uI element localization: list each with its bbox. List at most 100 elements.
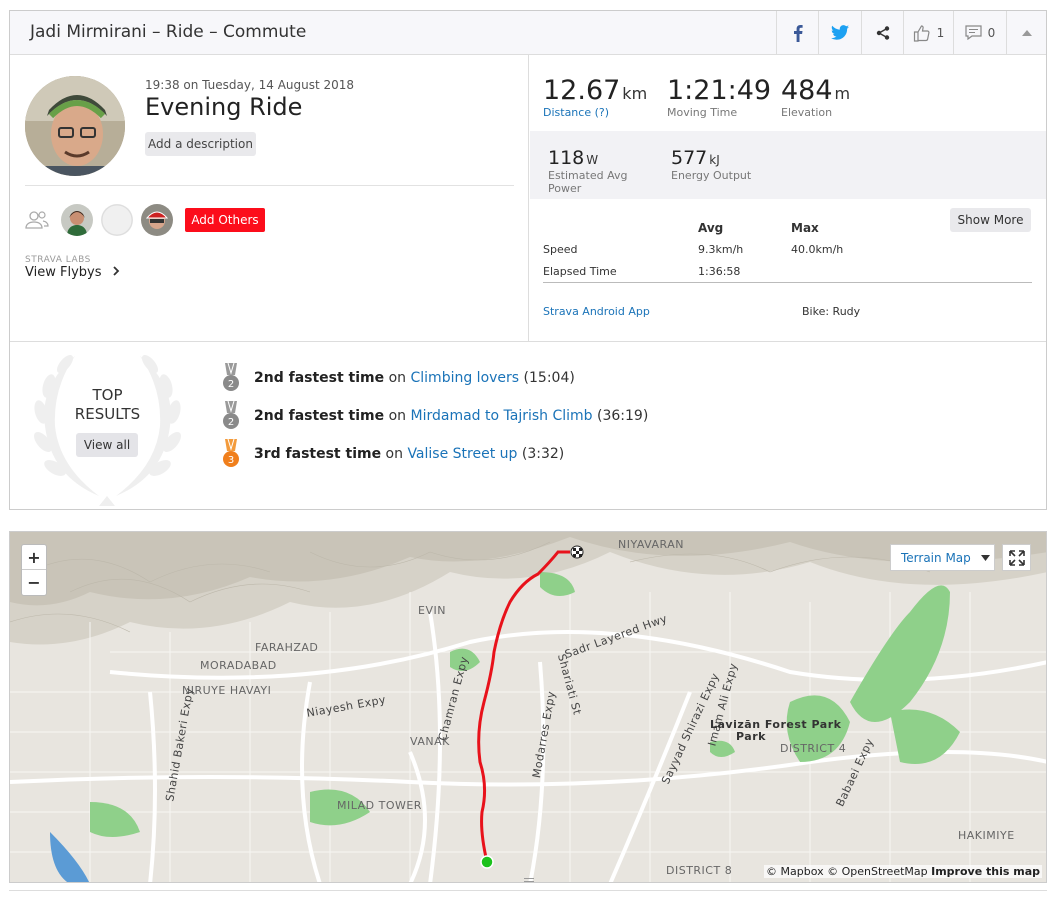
collapse-button[interactable] bbox=[1006, 11, 1046, 54]
map-label: NIYAVARAN bbox=[618, 538, 684, 551]
caret-up-icon bbox=[1021, 29, 1032, 36]
silver-medal-icon: 2 bbox=[223, 363, 239, 391]
athlete-photo bbox=[101, 204, 133, 236]
view-flybys-link[interactable]: View Flybys bbox=[25, 265, 120, 280]
result-on: on bbox=[388, 370, 407, 386]
map-label: MILAD TOWER bbox=[337, 799, 422, 812]
speed-avg: 9.3km/h bbox=[698, 243, 744, 256]
segment-link[interactable]: Climbing lovers bbox=[411, 370, 520, 386]
map-label: EVIN bbox=[418, 604, 446, 617]
power-value: 118 bbox=[548, 147, 585, 169]
athlete-avatar[interactable] bbox=[25, 76, 125, 176]
power-stat: 118 W Estimated Avg Power bbox=[548, 147, 627, 195]
map-type-select[interactable]: Terrain Map bbox=[890, 544, 995, 571]
distance-label[interactable]: Distance (?) bbox=[543, 106, 647, 119]
distance-unit: km bbox=[622, 84, 648, 103]
add-others-button[interactable]: Add Others bbox=[185, 208, 265, 232]
silver-medal-icon: 2 bbox=[223, 401, 239, 429]
secondary-stats: 118 W Estimated Avg Power 577 kJ Energy Ou… bbox=[530, 131, 1046, 199]
comments-button[interactable]: 0 bbox=[954, 11, 1006, 54]
improve-map-link[interactable]: Improve this map bbox=[931, 865, 1040, 878]
result-item: 2 2nd fastest time on Mirdamad to Tajris… bbox=[222, 401, 649, 429]
elevation-value: 484 bbox=[781, 75, 833, 106]
activity-stats: 12.67 km Distance (?) 1:21:49 Moving Time… bbox=[530, 55, 1046, 341]
activity-card: Jadi Mirmirani – Ride – Commute 1 0 19:3… bbox=[9, 10, 1047, 510]
energy-unit: kJ bbox=[709, 153, 720, 167]
group-athlete-avatar[interactable] bbox=[141, 204, 173, 236]
route-map[interactable]: NIYAVARAN EVIN FARAHZAD MORADABAD NIRUYE… bbox=[9, 531, 1047, 883]
group-athlete-avatar[interactable] bbox=[101, 204, 133, 236]
max-column-header: Max bbox=[791, 221, 819, 235]
zoom-control: + − bbox=[21, 544, 47, 596]
activity-summary: 19:38 on Tuesday, 14 August 2018 Evening… bbox=[10, 55, 529, 341]
moving-time-stat: 1:21:49 Moving Time bbox=[667, 75, 771, 119]
thumbs-up-icon bbox=[913, 24, 930, 42]
elevation-label: Elevation bbox=[781, 106, 833, 119]
share-icon bbox=[876, 25, 889, 40]
attribution-text[interactable]: © Mapbox © OpenStreetMap bbox=[766, 865, 928, 878]
segment-link[interactable]: Valise Street up bbox=[407, 446, 517, 462]
energy-value: 577 bbox=[671, 147, 708, 169]
map-label: MORADABAD bbox=[200, 659, 277, 672]
facebook-icon bbox=[793, 24, 803, 42]
divider bbox=[9, 890, 1047, 891]
strava-labs-label: STRAVA LABS bbox=[25, 255, 91, 265]
twitter-share-button[interactable] bbox=[818, 11, 861, 54]
map-label: DISTRICT 8 bbox=[666, 864, 733, 877]
device-app-link[interactable]: Strava Android App bbox=[543, 305, 650, 318]
distance-stat: 12.67 km Distance (?) bbox=[543, 75, 647, 119]
group-athlete-avatar[interactable] bbox=[61, 204, 93, 236]
bronze-medal-icon: 3 bbox=[223, 439, 239, 467]
segment-link[interactable]: Mirdamad to Tajrish Climb bbox=[411, 408, 593, 424]
result-rank-text: 2nd fastest time bbox=[254, 408, 385, 424]
elevation-stat: 484 m Elevation bbox=[781, 75, 850, 119]
route-start-marker bbox=[480, 855, 494, 869]
top-results-section: TOP RESULTS View all 2 2nd fastest time … bbox=[10, 341, 1046, 509]
divider bbox=[25, 185, 514, 186]
activity-name: Evening Ride bbox=[145, 93, 303, 121]
power-label-line2: Power bbox=[548, 182, 582, 195]
expand-icon bbox=[1008, 549, 1025, 566]
kudos-button[interactable]: 1 bbox=[903, 11, 954, 54]
elevation-unit: m bbox=[834, 84, 851, 103]
moving-time-label: Moving Time bbox=[667, 106, 738, 119]
result-time: (15:04) bbox=[523, 370, 575, 386]
twitter-icon bbox=[831, 25, 849, 40]
medal-rank: 2 bbox=[228, 417, 234, 428]
bike-label: Bike: Rudy bbox=[802, 305, 861, 318]
add-description-button[interactable]: Add a description bbox=[145, 132, 256, 156]
result-time: (36:19) bbox=[597, 408, 649, 424]
zoom-out-button[interactable]: − bbox=[22, 570, 46, 595]
map-resize-handle[interactable] bbox=[524, 878, 534, 882]
medal-rank: 3 bbox=[228, 455, 234, 466]
result-item: 3 3rd fastest time on Valise Street up (… bbox=[222, 439, 565, 467]
elapsed-time-label: Elapsed Time bbox=[543, 265, 617, 278]
show-more-button[interactable]: Show More bbox=[950, 208, 1031, 232]
result-time: (3:32) bbox=[521, 446, 565, 462]
view-all-results-button[interactable]: View all bbox=[76, 433, 138, 457]
result-rank-text: 3rd fastest time bbox=[254, 446, 382, 462]
view-flybys-label: View Flybys bbox=[25, 265, 102, 280]
result-item: 2 2nd fastest time on Climbing lovers (1… bbox=[222, 363, 575, 391]
moving-time-value: 1:21:49 bbox=[667, 75, 772, 106]
map-label: Park bbox=[736, 730, 766, 743]
caret-down-icon bbox=[980, 554, 990, 561]
share-button[interactable] bbox=[861, 11, 903, 54]
comment-count: 0 bbox=[987, 25, 996, 40]
page-title: Jadi Mirmirani – Ride – Commute bbox=[30, 22, 307, 42]
athlete-photo bbox=[141, 204, 173, 236]
map-type-label: Terrain Map bbox=[901, 550, 971, 565]
route-finish-marker bbox=[570, 545, 584, 559]
facebook-share-button[interactable] bbox=[776, 11, 818, 54]
result-on: on bbox=[388, 408, 407, 424]
map-label: HAKIMIYE bbox=[958, 829, 1015, 842]
avg-column-header: Avg bbox=[698, 221, 724, 235]
energy-stat: 577 kJ Energy Output bbox=[671, 147, 751, 182]
top-results-line2: RESULTS bbox=[74, 405, 141, 423]
zoom-in-button[interactable]: + bbox=[22, 545, 46, 570]
medal-rank: 2 bbox=[228, 379, 234, 390]
map-label: DISTRICT 4 bbox=[780, 742, 847, 755]
avatar-photo bbox=[25, 76, 125, 176]
fullscreen-button[interactable] bbox=[1002, 544, 1031, 571]
activity-header: Jadi Mirmirani – Ride – Commute 1 0 bbox=[10, 11, 1046, 55]
